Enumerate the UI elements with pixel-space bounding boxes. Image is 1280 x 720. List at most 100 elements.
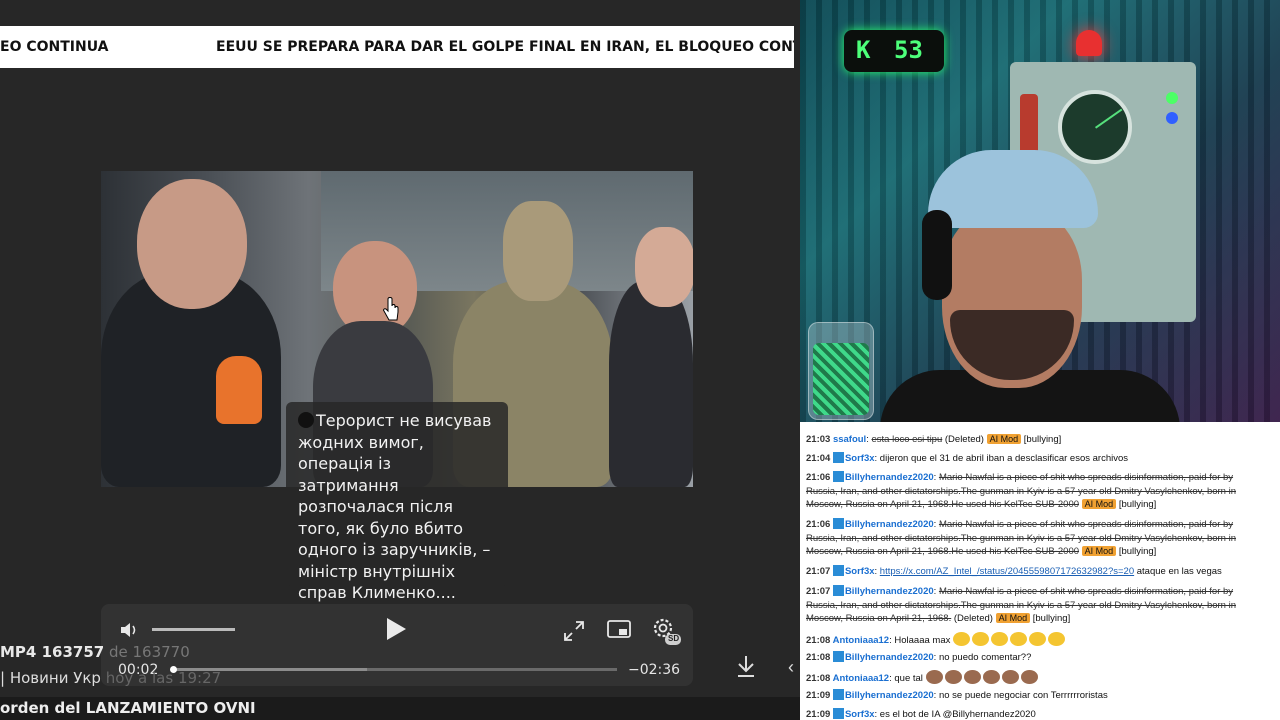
- chat-timestamp: 21:08: [806, 635, 833, 646]
- pikachu-emote-icon: [953, 632, 970, 646]
- play-icon[interactable]: [384, 616, 408, 642]
- bottom-title-bar: orden del LANZAMIENTO OVNI: [0, 697, 800, 720]
- chat-username[interactable]: Sorf3x: [845, 566, 875, 577]
- brown-emote-icon: [982, 670, 1000, 684]
- chat-username[interactable]: Billyhernandez2020: [845, 472, 934, 483]
- chat-text: esta loco esi tipu: [871, 434, 943, 445]
- pikachu-emote-icon: [972, 632, 989, 646]
- chat-text: es el bot de IA @Billyhernandez2020: [879, 709, 1036, 720]
- channel-info: | Новини Укр hoy a las 19:27: [0, 669, 221, 687]
- user-badge-icon: [832, 565, 844, 576]
- chat-username[interactable]: Billyhernandez2020: [845, 586, 934, 597]
- file-name: MP4 163757 de 163770: [0, 643, 190, 661]
- chat-username[interactable]: Sorf3x: [845, 709, 875, 720]
- video-person-left-head: [137, 179, 247, 309]
- chat-message: 21:08 Billyhernandez2020: no puedo comen…: [806, 651, 1032, 663]
- chat-text: que tal: [894, 673, 923, 684]
- chat-message: 21:08 Antoniaaa12: que tal: [806, 670, 1246, 686]
- chat-timestamp: 21:09: [806, 709, 833, 720]
- pikachu-emote-icon: [1010, 632, 1027, 646]
- deleted-marker: (Deleted): [953, 613, 993, 624]
- chat-timestamp: 21:06: [806, 519, 833, 530]
- chat-username[interactable]: Antoniaaa12: [833, 635, 890, 646]
- chat-message: 21:08 Antoniaaa12: Holaaaa max: [806, 632, 1246, 648]
- ai-mod-badge: AI Mod: [1081, 499, 1117, 509]
- user-badge-icon: [832, 471, 844, 482]
- fullscreen-icon[interactable]: [563, 620, 585, 642]
- microphone-icon: [216, 356, 262, 424]
- chat-message: 21:07 Sorf3x: https://x.com/AZ_Intel_/st…: [806, 565, 1222, 577]
- red-lights-panel: [1020, 94, 1038, 154]
- file-name-text: MP4 163757: [0, 643, 105, 661]
- ticker-text-left: EO CONTINUA: [0, 39, 109, 55]
- pikachu-emote-icon: [991, 632, 1008, 646]
- jar-contents: [813, 343, 869, 415]
- picture-in-picture-icon[interactable]: [607, 620, 631, 640]
- mod-reason: [bullying]: [1118, 546, 1157, 557]
- chat-username[interactable]: Antoniaaa12: [833, 673, 890, 684]
- video-person-soldier-head: [503, 201, 573, 301]
- user-badge-icon: [832, 585, 844, 596]
- channel-separator: |: [0, 669, 6, 687]
- user-badge-icon: [832, 689, 844, 700]
- remaining-time: −02:36: [628, 662, 681, 678]
- chevron-left-icon[interactable]: ‹: [788, 657, 794, 678]
- chat-timestamp: 21:09: [806, 690, 833, 701]
- mod-reason: [bullying]: [1118, 499, 1157, 510]
- channel-name[interactable]: Новини Укр: [10, 669, 101, 687]
- red-beacon-light: [1076, 30, 1102, 56]
- ai-mod-badge: AI Mod: [986, 434, 1022, 444]
- chat-username[interactable]: Billyhernandez2020: [845, 519, 934, 530]
- chat-username[interactable]: Billyhernandez2020: [845, 690, 934, 701]
- chat-message: 21:09 Sorf3x: es el bot de IA @Billyhern…: [806, 708, 1036, 720]
- pikachu-emote-icon: [1029, 632, 1046, 646]
- chat-message: 21:09 Billyhernandez2020: no se puede ne…: [806, 689, 1108, 701]
- black-circle-icon: [298, 412, 314, 428]
- ticker-text-right: EEUU SE PREPARA PARA DAR EL GOLPE FINAL …: [216, 39, 794, 55]
- chat-username[interactable]: Billyhernandez2020: [845, 652, 934, 663]
- video-person-right-head: [635, 227, 693, 307]
- webcam-view: K 53: [800, 0, 1280, 422]
- brown-emote-icon: [925, 670, 943, 684]
- volume-slider[interactable]: [152, 628, 235, 631]
- ai-mod-badge: AI Mod: [1081, 546, 1117, 556]
- streamer-cap: [928, 150, 1098, 228]
- headset-icon: [922, 210, 952, 300]
- news-ticker: EO CONTINUA EEUU SE PREPARA PARA DAR EL …: [0, 26, 794, 68]
- post-date: hoy a las 19:27: [105, 669, 222, 687]
- brown-emote-icon: [1001, 670, 1019, 684]
- chat-timestamp: 21:07: [806, 566, 833, 577]
- collection-jar: [808, 322, 874, 420]
- user-badge-icon: [832, 708, 844, 719]
- chat-timestamp: 21:07: [806, 586, 833, 597]
- video-page: EO CONTINUA EEUU SE PREPARA PARA DAR EL …: [0, 0, 800, 720]
- counter-value: 53: [894, 36, 923, 64]
- chat-timestamp: 21:04: [806, 453, 833, 464]
- video-person-right: [609, 281, 693, 487]
- video-subtitle: Терорист не висував жодних вимог, операц…: [286, 402, 508, 602]
- user-badge-icon: [832, 518, 844, 529]
- volume-icon[interactable]: [119, 620, 141, 640]
- bottom-title: orden del LANZAMIENTO OVNI: [0, 699, 256, 717]
- user-badge-icon: [832, 651, 844, 662]
- chat-text: dijeron que el 31 de abril iban a descla…: [879, 453, 1128, 464]
- green-light: [1166, 92, 1178, 104]
- mod-reason: [bullying]: [1032, 613, 1071, 624]
- chat-timestamp: 21:08: [806, 673, 833, 684]
- chat-message: 21:04 Sorf3x: dijeron que el 31 de abril…: [806, 452, 1128, 464]
- chat-text: no se puede negociar con Terrrrrroristas: [938, 690, 1108, 701]
- download-icon[interactable]: [735, 654, 757, 678]
- chat-timestamp: 21:06: [806, 472, 833, 483]
- progress-bar[interactable]: [169, 666, 617, 673]
- chat-username[interactable]: ssafoul: [833, 434, 866, 445]
- counter-icon: K: [856, 36, 871, 64]
- chat-link[interactable]: https://x.com/AZ_Intel_/status/204555980…: [880, 566, 1134, 577]
- chat-message: 21:07 Billyhernandez2020: Mario Nawfal i…: [806, 585, 1236, 624]
- chat-timestamp: 21:03: [806, 434, 833, 445]
- mod-reason: [bullying]: [1023, 434, 1062, 445]
- brown-emote-icon: [944, 670, 962, 684]
- chat-text: Holaaaa max: [894, 635, 951, 646]
- hand-cursor-icon: [383, 297, 399, 321]
- viewer-counter: K 53: [844, 30, 944, 72]
- chat-username[interactable]: Sorf3x: [845, 453, 875, 464]
